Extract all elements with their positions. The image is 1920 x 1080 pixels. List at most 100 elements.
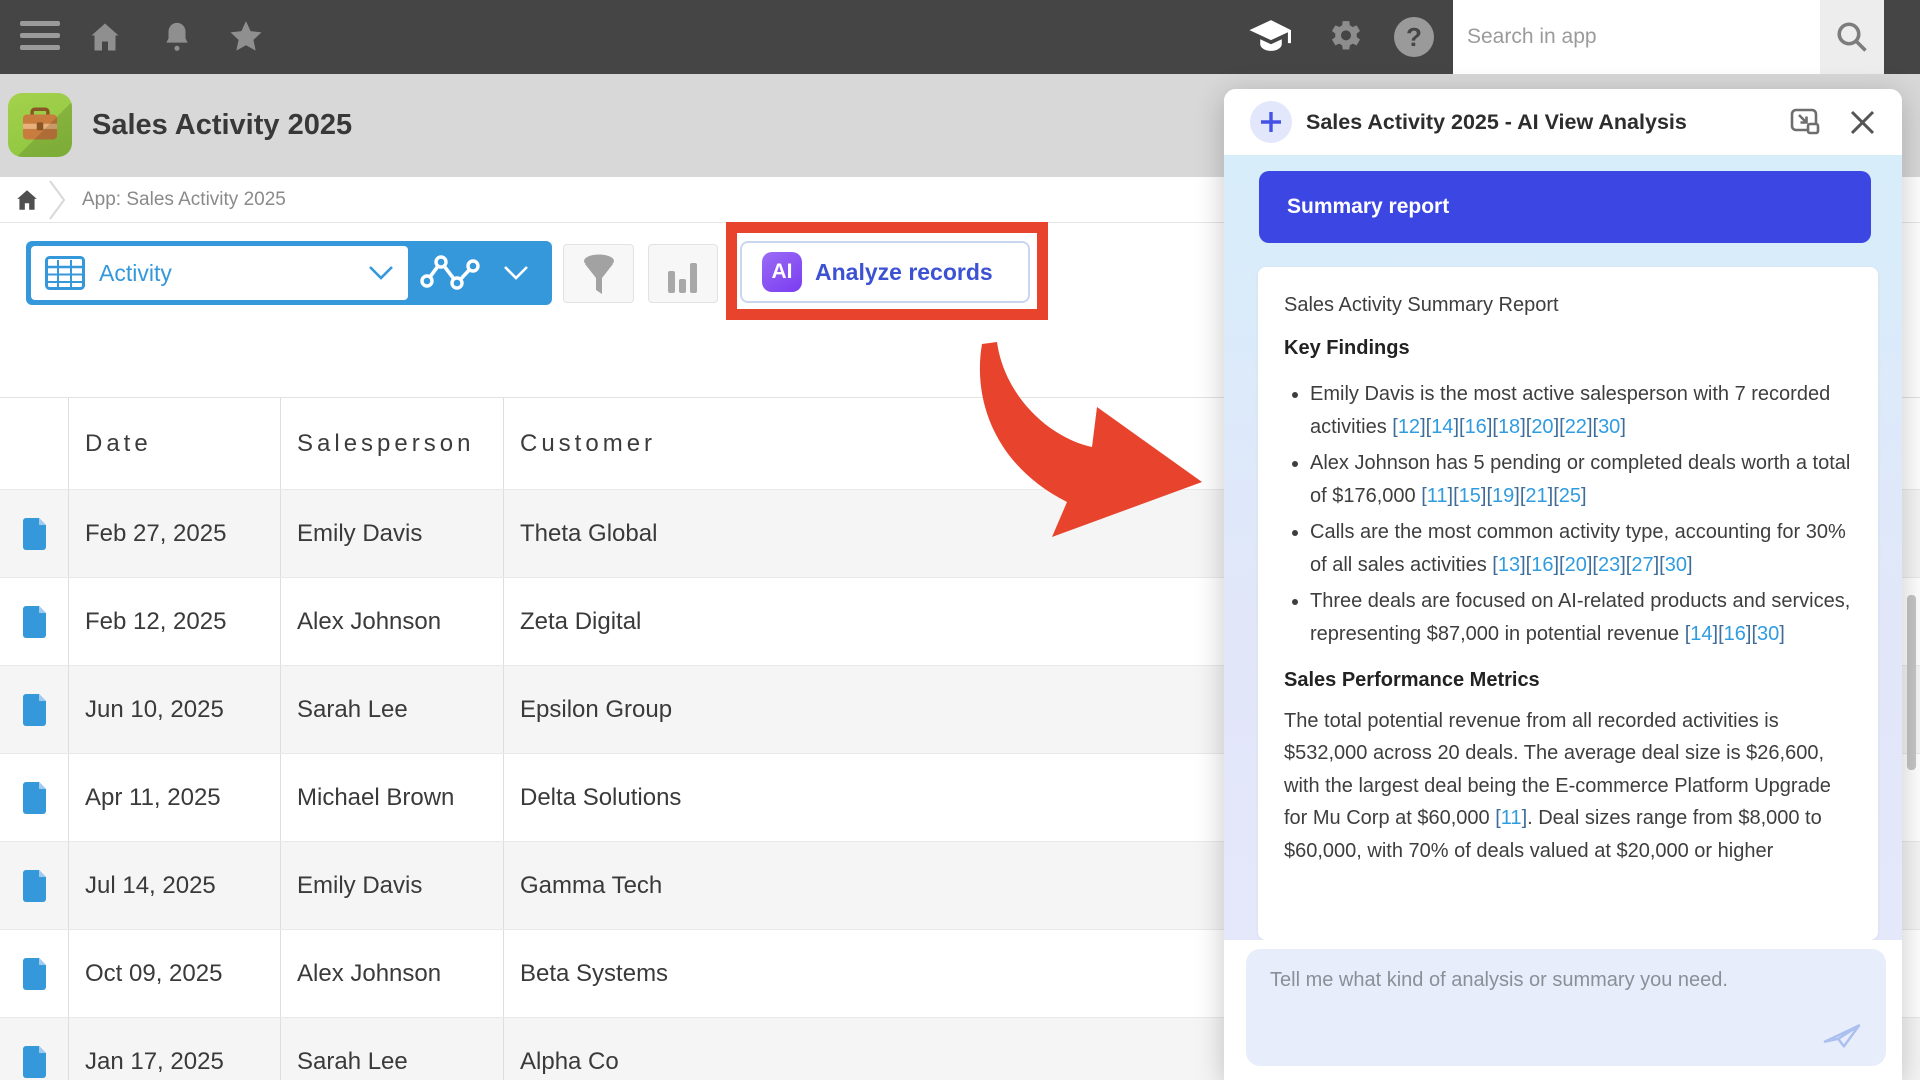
record-document-icon: [21, 781, 48, 815]
hamburger-menu-icon[interactable]: [20, 21, 60, 53]
citation-link[interactable]: [20]: [1559, 554, 1592, 576]
cell-date: Jul 14, 2025: [69, 842, 281, 929]
record-icon-cell[interactable]: [0, 930, 69, 1017]
help-icon[interactable]: ?: [1394, 0, 1434, 74]
citation-link[interactable]: [16]: [1718, 623, 1751, 645]
chart-view-dropdown[interactable]: [494, 265, 538, 281]
key-finding-item: Three deals are focused on AI-related pr…: [1310, 585, 1852, 650]
cell-date: Apr 11, 2025: [69, 754, 281, 841]
app-title: Sales Activity 2025: [92, 74, 352, 177]
metrics-heading: Sales Performance Metrics: [1284, 664, 1852, 697]
citation-link[interactable]: [21]: [1520, 485, 1553, 507]
chat-input[interactable]: Tell me what kind of analysis or summary…: [1246, 949, 1886, 1066]
home-icon[interactable]: [86, 0, 124, 74]
dock-icon: [1790, 108, 1821, 136]
plus-icon: [1259, 110, 1283, 134]
key-findings-heading: Key Findings: [1284, 332, 1852, 365]
record-icon-cell[interactable]: [0, 666, 69, 753]
search-icon: [1834, 19, 1870, 55]
column-header-date[interactable]: Date: [69, 398, 281, 489]
top-bar: ?: [0, 0, 1920, 74]
dock-panel-button[interactable]: [1790, 108, 1821, 136]
chart-view-toggle[interactable]: [408, 253, 494, 293]
breadcrumb-label: App: Sales Activity 2025: [82, 177, 286, 223]
app-icon-briefcase: [8, 93, 72, 157]
citation-link[interactable]: [20]: [1526, 416, 1559, 438]
cell-salesperson: Alex Johnson: [281, 930, 504, 1017]
record-document-icon: [21, 693, 48, 727]
cell-date: Feb 12, 2025: [69, 578, 281, 665]
chat-input-placeholder: Tell me what kind of analysis or summary…: [1246, 949, 1886, 1012]
record-icon-cell[interactable]: [0, 842, 69, 929]
citation-link[interactable]: [13]: [1492, 554, 1525, 576]
search-button[interactable]: [1820, 0, 1884, 74]
citation-link[interactable]: [15]: [1453, 485, 1486, 507]
citation-link[interactable]: [27]: [1626, 554, 1659, 576]
chart-button[interactable]: [648, 244, 718, 303]
record-icon-cell[interactable]: [0, 1018, 69, 1080]
analyze-records-label: Analyze records: [815, 259, 993, 286]
record-document-icon: [21, 957, 48, 991]
cell-date: Feb 27, 2025: [69, 490, 281, 577]
chevron-down-icon: [368, 265, 394, 281]
close-panel-button[interactable]: [1849, 109, 1876, 136]
key-finding-item: Alex Johnson has 5 pending or completed …: [1310, 447, 1852, 512]
citation-link[interactable]: [23]: [1592, 554, 1625, 576]
report-card: Sales Activity Summary Report Key Findin…: [1258, 267, 1878, 940]
citation-link[interactable]: [30]: [1751, 623, 1784, 645]
breadcrumb-home-icon[interactable]: [14, 187, 40, 218]
record-icon-cell[interactable]: [0, 578, 69, 665]
record-document-icon: [21, 1045, 48, 1079]
column-header-salesperson[interactable]: Salesperson: [281, 398, 504, 489]
citation-link[interactable]: [22]: [1559, 416, 1592, 438]
key-finding-item: Emily Davis is the most active salespers…: [1310, 378, 1852, 443]
citation-link[interactable]: [30]: [1593, 416, 1626, 438]
citation-link[interactable]: [25]: [1553, 485, 1586, 507]
star-icon[interactable]: [226, 0, 266, 74]
line-chart-icon: [419, 253, 483, 293]
search-input[interactable]: [1453, 0, 1820, 74]
briefcase-icon: [19, 106, 61, 144]
cell-salesperson: Michael Brown: [281, 754, 504, 841]
new-analysis-button[interactable]: [1250, 101, 1292, 143]
citation-link[interactable]: [14]: [1685, 623, 1718, 645]
view-selector: Activity: [26, 241, 552, 305]
key-finding-item: Calls are the most common activity type,…: [1310, 516, 1852, 581]
citation-link[interactable]: [14]: [1426, 416, 1459, 438]
citation-link[interactable]: [16]: [1526, 554, 1559, 576]
record-icon-column-header: [0, 398, 69, 489]
citation-link[interactable]: [12]: [1392, 416, 1425, 438]
table-view-icon: [45, 256, 85, 290]
citation-link[interactable]: [19]: [1486, 485, 1519, 507]
bell-icon[interactable]: [160, 0, 194, 74]
record-document-icon: [21, 869, 48, 903]
chat-input-section: Tell me what kind of analysis or summary…: [1224, 940, 1902, 1080]
record-document-icon: [21, 605, 48, 639]
citation-link[interactable]: [30]: [1659, 554, 1692, 576]
citation-link[interactable]: [18]: [1492, 416, 1525, 438]
view-name-label: Activity: [99, 260, 368, 287]
summary-report-button[interactable]: Summary report: [1259, 171, 1871, 243]
cell-salesperson: Sarah Lee: [281, 1018, 504, 1080]
citation-link[interactable]: [11]: [1495, 807, 1527, 829]
analyze-records-button[interactable]: AI Analyze records: [740, 241, 1030, 303]
chevron-down-icon: [503, 265, 529, 281]
cell-date: Jan 17, 2025: [69, 1018, 281, 1080]
bar-chart-icon: [665, 255, 701, 293]
view-dropdown[interactable]: Activity: [31, 246, 408, 300]
education-cap-icon[interactable]: [1246, 0, 1296, 74]
send-button[interactable]: [1820, 1016, 1864, 1054]
record-document-icon: [21, 517, 48, 551]
citation-link[interactable]: [11]: [1421, 485, 1453, 507]
cell-salesperson: Sarah Lee: [281, 666, 504, 753]
record-icon-cell[interactable]: [0, 490, 69, 577]
citation-link[interactable]: [16]: [1459, 416, 1492, 438]
cell-date: Jun 10, 2025: [69, 666, 281, 753]
cell-salesperson: Emily Davis: [281, 490, 504, 577]
record-icon-cell[interactable]: [0, 754, 69, 841]
filter-button[interactable]: [563, 244, 634, 303]
panel-header: Sales Activity 2025 - AI View Analysis: [1224, 89, 1902, 155]
gear-icon[interactable]: [1326, 0, 1366, 74]
page-scrollbar[interactable]: [1907, 595, 1916, 770]
cell-date: Oct 09, 2025: [69, 930, 281, 1017]
